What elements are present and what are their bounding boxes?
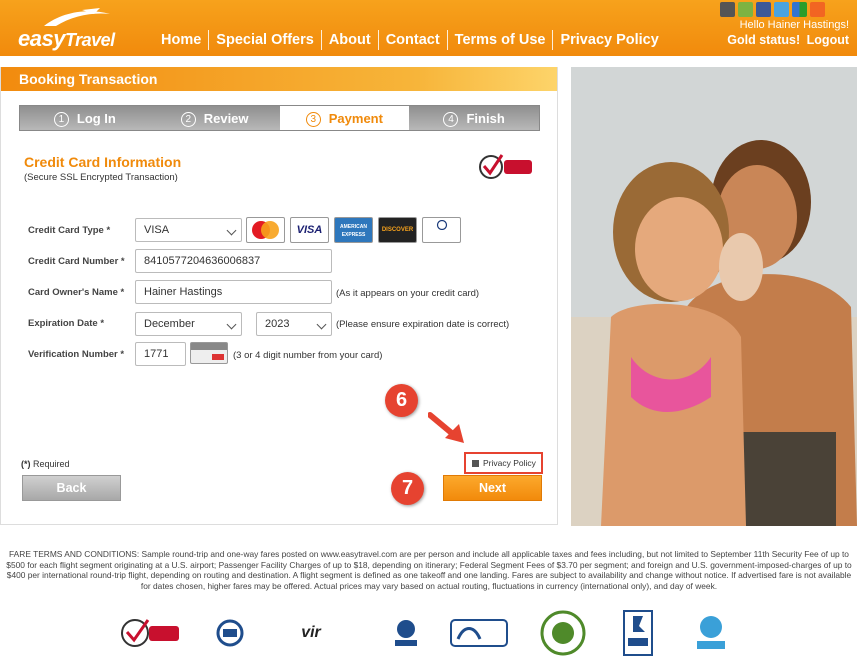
main-nav: Home Special Offers About Contact Terms …: [155, 30, 666, 50]
verification-number-label: Verification Number *: [28, 349, 124, 360]
trust-badges: vir: [0, 610, 857, 660]
step-finish[interactable]: 4 Finish: [409, 106, 539, 130]
amex-logo[interactable]: AMERICAN EXPRESS: [334, 217, 373, 243]
verification-number-input[interactable]: 1771: [135, 342, 186, 366]
label-text: Credit Card Type: [28, 225, 104, 236]
nav-home[interactable]: Home: [155, 30, 210, 50]
annotation-marker-6: 6: [385, 384, 418, 417]
social-icons: [720, 2, 825, 17]
step-number: 3: [305, 112, 321, 127]
step-login[interactable]: 1 Log In: [20, 106, 150, 130]
status-badge: Gold status!: [727, 33, 801, 47]
arc-badge[interactable]: [449, 610, 509, 656]
asta-badge[interactable]: [538, 610, 588, 656]
brand-text-easy: easy: [18, 26, 65, 51]
card-number-input[interactable]: 8410577204636006837: [135, 249, 332, 273]
nav-special-offers[interactable]: Special Offers: [209, 30, 322, 50]
card-type-select[interactable]: VISA: [135, 218, 242, 242]
label-text: Verification Number: [28, 349, 118, 360]
nav-privacy-policy[interactable]: Privacy Policy: [553, 30, 665, 50]
verisign-badge[interactable]: [118, 610, 184, 656]
required-mark: (*): [21, 459, 31, 469]
rss-icon[interactable]: [810, 2, 825, 17]
progress-steps: 1 Log In 2 Review 3 Payment 4 Finish: [19, 105, 540, 131]
privacy-policy-link[interactable]: Privacy Policy: [464, 452, 543, 474]
booking-panel: Booking Transaction 1 Log In 2 Review 3 Pay…: [0, 67, 558, 525]
label-text: Card Owner's Name: [28, 287, 118, 298]
nav-terms-of-use[interactable]: Terms of Use: [448, 30, 554, 50]
annotation-marker-7: 7: [391, 472, 424, 505]
facebook-icon[interactable]: [756, 2, 771, 17]
tuv-badge[interactable]: [215, 610, 245, 656]
privacy-policy-text: Privacy Policy: [483, 458, 536, 468]
back-button[interactable]: Back: [22, 475, 121, 501]
step-label: Payment: [328, 111, 383, 126]
nav-about[interactable]: About: [322, 30, 379, 50]
required-note: (*) Required: [21, 459, 70, 469]
cvv-card-icon: [190, 342, 228, 364]
nav-contact[interactable]: Contact: [379, 30, 448, 50]
discover-logo[interactable]: DISCOVER: [378, 217, 417, 243]
owner-name-label: Card Owner's Name *: [28, 287, 124, 298]
verification-hint: (3 or 4 digit number from your card): [233, 350, 383, 361]
bbb-badge[interactable]: [622, 610, 654, 656]
required-mark: *: [120, 349, 125, 360]
step-label: Finish: [466, 111, 505, 126]
owner-name-input[interactable]: Hainer Hastings: [135, 280, 332, 304]
step-number: 2: [180, 112, 196, 127]
expiration-label: Expiration Date *: [28, 318, 104, 329]
twitter-icon[interactable]: [774, 2, 789, 17]
expiration-year-select[interactable]: 2023: [256, 312, 332, 336]
expiration-hint: (Please ensure expiration date is correc…: [336, 319, 510, 330]
required-mark: *: [106, 225, 111, 236]
iata-badge[interactable]: [388, 610, 424, 656]
android-icon[interactable]: [738, 2, 753, 17]
apple-icon[interactable]: [720, 2, 735, 17]
card-type-label: Credit Card Type *: [28, 225, 110, 236]
required-text: Required: [33, 459, 70, 469]
step-number: 1: [53, 112, 69, 127]
iata-badge-2[interactable]: [688, 610, 734, 656]
mastercard-logo[interactable]: [246, 217, 285, 243]
fare-terms-text: FARE TERMS AND CONDITIONS: Sample round-…: [6, 549, 852, 591]
easytravel-logo[interactable]: easyTravel: [18, 8, 128, 51]
beach-couple-photo: [571, 67, 857, 526]
verisign-seal[interactable]: [478, 151, 536, 183]
delicious-icon[interactable]: [792, 2, 807, 17]
required-mark: *: [120, 287, 125, 298]
step-number: 4: [443, 112, 459, 127]
section-subtitle: (Secure SSL Encrypted Transaction): [24, 172, 178, 183]
next-button[interactable]: Next: [443, 475, 542, 501]
step-label: Review: [203, 111, 249, 126]
panel-title: Booking Transaction: [1, 67, 557, 91]
arrow-icon: [428, 412, 464, 443]
expiration-month-select[interactable]: December: [135, 312, 242, 336]
label-text: Expiration Date: [28, 318, 98, 329]
required-mark: *: [100, 318, 105, 329]
step-label: Log In: [76, 111, 116, 126]
site-header: easyTravel Home Special Offers About Con…: [0, 0, 857, 56]
visa-logo[interactable]: VISA: [290, 217, 329, 243]
user-greeting: Hello Hainer Hastings!: [739, 19, 849, 31]
step-review[interactable]: 2 Review: [150, 106, 280, 130]
diners-club-logo[interactable]: [422, 217, 461, 243]
section-title: Credit Card Information: [24, 154, 182, 170]
lock-icon: [472, 460, 479, 467]
card-number-label: Credit Card Number *: [28, 256, 125, 267]
required-mark: *: [120, 256, 125, 267]
vir-badge[interactable]: vir: [276, 610, 346, 656]
verisign-check-icon: [479, 154, 532, 179]
step-payment[interactable]: 3 Payment: [279, 106, 410, 130]
owner-name-hint: (As it appears on your credit card): [336, 288, 480, 299]
brand-text-travel: Travel: [64, 30, 115, 50]
label-text: Credit Card Number: [28, 256, 119, 267]
logout-link[interactable]: Logout: [807, 33, 849, 47]
